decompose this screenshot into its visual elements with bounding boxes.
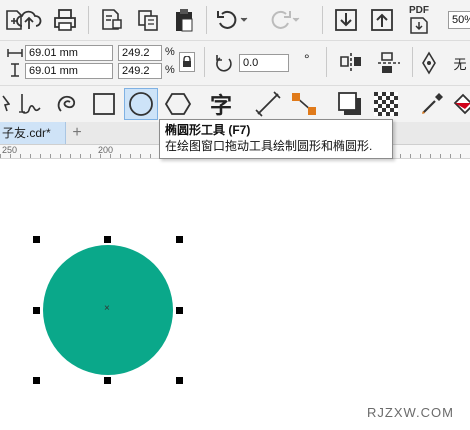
lock-ratio-icon[interactable] xyxy=(179,52,195,72)
drawing-canvas[interactable]: × RJZXW.COM xyxy=(0,159,470,430)
print-icon[interactable] xyxy=(50,6,80,34)
wrap-text-button[interactable]: 无 xyxy=(446,49,470,77)
text-tool-icon[interactable]: 字 xyxy=(204,90,238,118)
watermark: RJZXW.COM xyxy=(367,405,454,420)
copy-icon[interactable] xyxy=(134,6,162,34)
wrap-text-label: 无 xyxy=(453,56,467,72)
paste-icon[interactable] xyxy=(170,6,198,34)
percent-y-label: % xyxy=(165,64,175,76)
rectangle-tool-icon[interactable] xyxy=(88,90,120,118)
toolbox: 字 xyxy=(0,86,470,123)
document-tab[interactable]: 子友.cdr* xyxy=(0,122,66,144)
redo-icon[interactable] xyxy=(266,6,300,34)
dimension-tool-icon[interactable] xyxy=(252,90,284,118)
percent-x-label: % xyxy=(165,46,175,58)
selection-handle[interactable] xyxy=(176,377,183,384)
selection-handle[interactable] xyxy=(176,307,183,314)
mirror-vertical-icon[interactable] xyxy=(374,49,404,77)
tooltip-title: 椭圆形工具 (F7) xyxy=(165,123,251,137)
export-down-icon[interactable] xyxy=(332,6,360,34)
selection-handle[interactable] xyxy=(33,307,40,314)
cloud-icon[interactable] xyxy=(14,6,44,34)
export-up-icon[interactable] xyxy=(368,6,396,34)
pdf-icon[interactable]: PDF xyxy=(402,4,436,36)
property-bar: 69.01 mm 69.01 mm 249.2 249.2 % % 0.0 ° … xyxy=(0,41,470,86)
degree-label: ° xyxy=(304,51,310,67)
selection-handle[interactable] xyxy=(104,377,111,384)
width-icon xyxy=(6,46,24,60)
scale-x-field[interactable]: 249.2 xyxy=(118,45,162,61)
undo-icon[interactable] xyxy=(214,6,248,34)
freehand-tool-icon[interactable] xyxy=(16,90,48,118)
tooltip: 椭圆形工具 (F7) 在绘图窗口拖动工具绘制圆形和椭圆形. xyxy=(159,119,393,159)
scale-y-field[interactable]: 249.2 xyxy=(118,63,162,79)
zoom-level-field[interactable]: 50% xyxy=(448,11,470,29)
eyedropper-tool-icon[interactable] xyxy=(416,90,448,118)
transparency-tool-icon[interactable] xyxy=(370,90,402,118)
selection-handle[interactable] xyxy=(33,377,40,384)
drop-shadow-tool-icon[interactable] xyxy=(334,90,366,118)
rotation-field[interactable]: 0.0 xyxy=(239,54,289,72)
outline-pen-icon[interactable] xyxy=(418,49,440,77)
add-tab-button[interactable]: + xyxy=(68,125,86,141)
height-icon xyxy=(6,62,24,78)
doc-settings-icon[interactable] xyxy=(98,6,126,34)
spiral-tool-icon[interactable] xyxy=(52,90,84,118)
connector-tool-icon[interactable] xyxy=(288,90,320,118)
ellipse-tool-icon[interactable] xyxy=(124,88,158,120)
fill-tool-icon[interactable] xyxy=(452,90,470,118)
rotate-icon xyxy=(212,53,236,73)
tooltip-description: 在绘图窗口拖动工具绘制圆形和椭圆形. xyxy=(165,139,373,153)
pdf-label: PDF xyxy=(409,5,429,16)
polygon-tool-icon[interactable] xyxy=(162,90,194,118)
pick-tool-icon[interactable] xyxy=(0,90,12,118)
selection-handle[interactable] xyxy=(104,236,111,243)
center-mark: × xyxy=(104,303,110,314)
width-field[interactable]: 69.01 mm xyxy=(25,45,113,61)
height-field[interactable]: 69.01 mm xyxy=(25,63,113,79)
selection-handle[interactable] xyxy=(176,236,183,243)
standard-toolbar: PDF 50% xyxy=(0,0,470,41)
mirror-horizontal-icon[interactable] xyxy=(336,49,366,77)
selection-handle[interactable] xyxy=(33,236,40,243)
